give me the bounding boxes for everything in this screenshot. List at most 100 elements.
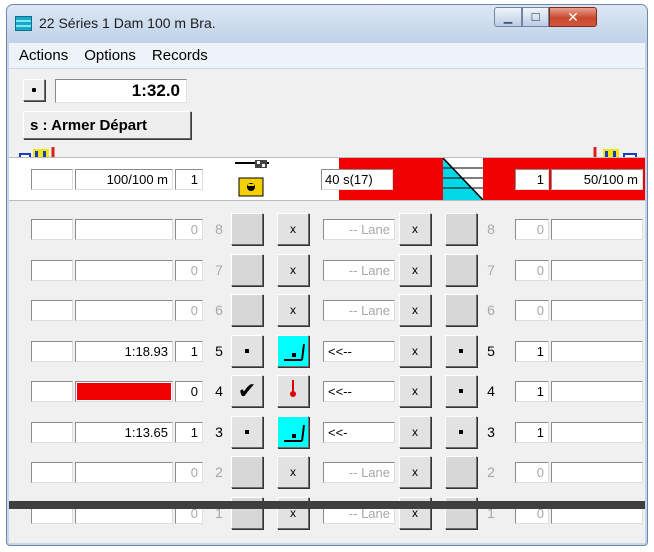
lane-place-field[interactable]: 1 <box>175 341 203 362</box>
lane-number-left: 7 <box>215 262 223 278</box>
lane-name-field[interactable] <box>31 381 73 402</box>
lane-place-field[interactable]: 1 <box>175 422 203 443</box>
lane-time-field[interactable]: 1:13.65 <box>75 422 173 443</box>
lane-clear-button[interactable]: x <box>399 456 431 488</box>
dive-button[interactable] <box>277 416 309 448</box>
lane-label-field[interactable]: <<- <box>323 422 395 443</box>
lane-number-left: 6 <box>215 302 223 318</box>
false-start-button[interactable] <box>277 375 309 407</box>
lane-place-field[interactable]: 0 <box>175 219 203 240</box>
menu-records[interactable]: Records <box>152 47 208 64</box>
lane-name-field[interactable] <box>31 341 73 362</box>
lane-place-field[interactable]: 0 <box>175 381 203 402</box>
lane-touchpad-button[interactable]: ✔ <box>231 375 263 407</box>
lane-number-right: 2 <box>487 464 495 480</box>
lane-time-field[interactable] <box>75 381 173 402</box>
maximize-button[interactable]: ☐ <box>522 7 549 27</box>
lane-place-field[interactable]: 0 <box>175 260 203 281</box>
right-time-field[interactable] <box>551 300 643 321</box>
lane-label-field[interactable]: -- Lane <box>323 219 395 240</box>
dot-icon <box>245 430 249 434</box>
lane-place-field[interactable]: 0 <box>175 462 203 483</box>
right-time-field[interactable] <box>551 381 643 402</box>
lane-number-left: 8 <box>215 221 223 237</box>
right-time-field[interactable] <box>551 260 643 281</box>
lane-touchpad-button[interactable] <box>231 456 263 488</box>
lane-finish-button[interactable] <box>445 375 477 407</box>
right-place-field[interactable]: 1 <box>515 341 549 362</box>
lane-name-field[interactable] <box>31 462 73 483</box>
x-label: x <box>412 344 418 358</box>
lane-label-field[interactable]: <<-- <box>323 341 395 362</box>
lane-label-field[interactable]: -- Lane <box>323 260 395 281</box>
lane-x-button[interactable]: x <box>277 294 309 326</box>
right-time-field[interactable] <box>551 462 643 483</box>
lane-number-right: 7 <box>487 262 495 278</box>
lane-name-field[interactable] <box>31 260 73 281</box>
lane-touchpad-button[interactable] <box>231 416 263 448</box>
lane-finish-button[interactable] <box>445 416 477 448</box>
right-time-field[interactable] <box>551 341 643 362</box>
lane-clear-button[interactable]: x <box>399 335 431 367</box>
lane-clear-button[interactable]: x <box>399 416 431 448</box>
x-label: x <box>412 303 418 317</box>
lane-finish-button[interactable] <box>445 213 477 245</box>
lane-x-button[interactable]: x <box>277 254 309 286</box>
lane-place-field[interactable]: 0 <box>175 300 203 321</box>
app-icon <box>15 16 32 31</box>
race-time-display: 1:32.0 <box>55 79 187 103</box>
right-place-field[interactable]: 0 <box>515 219 549 240</box>
lane-touchpad-button[interactable] <box>231 213 263 245</box>
right-place-field[interactable]: 1 <box>515 422 549 443</box>
arm-start-button[interactable]: s : Armer Départ <box>23 111 191 139</box>
right-place-field[interactable]: 0 <box>515 300 549 321</box>
dive-button[interactable] <box>277 335 309 367</box>
close-button[interactable]: ✕ <box>549 7 597 27</box>
lane-x-button[interactable]: x <box>277 213 309 245</box>
lane-label-field[interactable]: -- Lane <box>323 300 395 321</box>
x-label: x <box>412 425 418 439</box>
dot-icon <box>459 389 463 393</box>
menu-options[interactable]: Options <box>84 47 136 64</box>
right-time-field[interactable] <box>551 422 643 443</box>
lane-clear-button[interactable]: x <box>399 294 431 326</box>
lane-clear-button[interactable]: x <box>399 213 431 245</box>
lane-touchpad-button[interactable] <box>231 254 263 286</box>
menu-actions[interactable]: Actions <box>19 47 68 64</box>
lane-time-field[interactable]: 1:18.93 <box>75 341 173 362</box>
lane-finish-button[interactable] <box>445 294 477 326</box>
dot-icon <box>245 349 249 353</box>
lane-finish-button[interactable] <box>445 456 477 488</box>
lane-x-button[interactable]: x <box>277 456 309 488</box>
title-bar[interactable]: 22 Séries 1 Dam 100 m Bra. ▁ ☐ ✕ <box>7 5 647 43</box>
x-label: x <box>412 222 418 236</box>
right-time-field[interactable] <box>551 219 643 240</box>
right-place-field[interactable]: 0 <box>515 260 549 281</box>
lane-touchpad-button[interactable] <box>231 294 263 326</box>
lane-name-field[interactable] <box>31 300 73 321</box>
lane-label-field[interactable]: <<-- <box>323 381 395 402</box>
lane-name-field[interactable] <box>31 219 73 240</box>
lane-time-field[interactable] <box>75 462 173 483</box>
lane-finish-button[interactable] <box>445 335 477 367</box>
lane-time-field[interactable] <box>75 300 173 321</box>
lane-touchpad-button[interactable] <box>231 335 263 367</box>
lane-time-field[interactable] <box>75 219 173 240</box>
x-label: x <box>412 263 418 277</box>
start-dot-button[interactable] <box>23 79 45 101</box>
starter-icon <box>235 160 269 197</box>
x-label: x <box>290 465 296 479</box>
minimize-button[interactable]: ▁ <box>494 7 522 27</box>
lane-time-red-bar <box>77 383 171 400</box>
lane-finish-button[interactable] <box>445 254 477 286</box>
dot-icon <box>459 430 463 434</box>
race-header: 100/100 m 1 40 s(17) 1 50/100 m <box>9 157 645 201</box>
lane-time-field[interactable] <box>75 260 173 281</box>
lane-clear-button[interactable]: x <box>399 254 431 286</box>
right-place-field[interactable]: 0 <box>515 462 549 483</box>
right-place-field[interactable]: 1 <box>515 381 549 402</box>
left-distance: 100/100 m <box>75 169 173 190</box>
lane-clear-button[interactable]: x <box>399 375 431 407</box>
lane-label-field[interactable]: -- Lane <box>323 462 395 483</box>
lane-name-field[interactable] <box>31 422 73 443</box>
